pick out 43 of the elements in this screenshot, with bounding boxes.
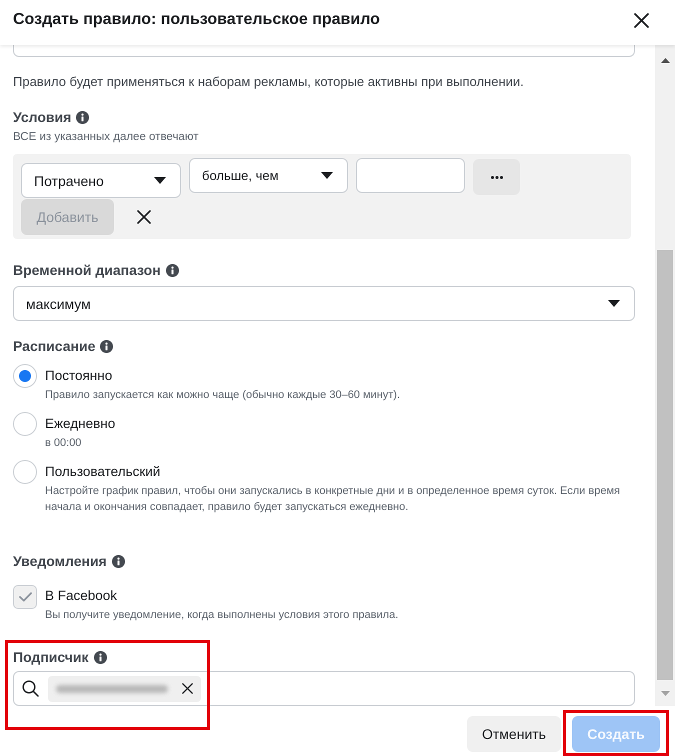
operator-dropdown[interactable]: больше, чем: [189, 158, 348, 193]
info-icon[interactable]: [100, 340, 114, 352]
scroll-up-arrow-icon[interactable]: [660, 58, 670, 62]
info-icon[interactable]: [76, 110, 90, 124]
scrollbar-thumb[interactable]: [657, 250, 673, 680]
caret-icon: [321, 172, 333, 179]
more-dots-icon: [490, 176, 502, 178]
info-icon[interactable]: [112, 554, 125, 568]
close-icon[interactable]: [137, 210, 151, 224]
info-icon[interactable]: [94, 650, 107, 664]
time-range-dropdown[interactable]: максимум: [13, 286, 635, 321]
cancel-button[interactable]: Отменить: [467, 716, 561, 752]
scope-note: Правило будет применяться к наборам рекламы, которые активны при выполнении.: [13, 73, 525, 91]
scroll-down-arrow-icon[interactable]: [660, 690, 670, 696]
section-label: Расписание: [13, 337, 96, 355]
radio-button[interactable]: [13, 412, 37, 436]
option-label: Пользовательский: [45, 463, 162, 481]
option-description: Настройте график правил, чтобы они запускались в конкретные дни и в определенное время суток. Если время начала и окончания совпадает, правило будет запускаться ежедневно.: [45, 484, 621, 515]
scrollbar-track[interactable]: [655, 45, 675, 706]
search-icon: [22, 680, 39, 697]
radio-button[interactable]: [13, 364, 37, 388]
option-label: Ежедневно: [45, 415, 116, 433]
section-label: Временной диапазон: [13, 261, 161, 279]
radio-button[interactable]: [13, 460, 37, 484]
caret-icon: [154, 177, 166, 184]
section-label: Уведомления: [13, 552, 107, 570]
option-label: В Facebook: [45, 587, 118, 605]
check-icon: [18, 592, 32, 602]
option-description: Вы получите уведомление, когда выполнены условия этого правила.: [45, 608, 398, 623]
value-input[interactable]: [356, 158, 465, 193]
conditions-hint: ВСЕ из указанных далее отвечают: [13, 130, 200, 144]
dialog-title: Создать правило: пользовательское правило: [13, 10, 380, 30]
close-icon[interactable]: [634, 12, 649, 28]
option-label: Постоянно: [45, 367, 114, 385]
option-description: Правило запускается как можно чаще (обычно каждые 30–60 минут).: [45, 388, 400, 403]
option-description: в 00:00: [45, 436, 82, 451]
close-icon[interactable]: [182, 683, 193, 694]
section-label: Подписчик: [13, 648, 89, 666]
info-icon[interactable]: [166, 264, 179, 276]
section-label: Условия: [13, 108, 72, 126]
input-field[interactable]: [13, 45, 635, 57]
caret-icon: [608, 300, 620, 307]
metric-dropdown[interactable]: Потрачено: [21, 163, 181, 198]
